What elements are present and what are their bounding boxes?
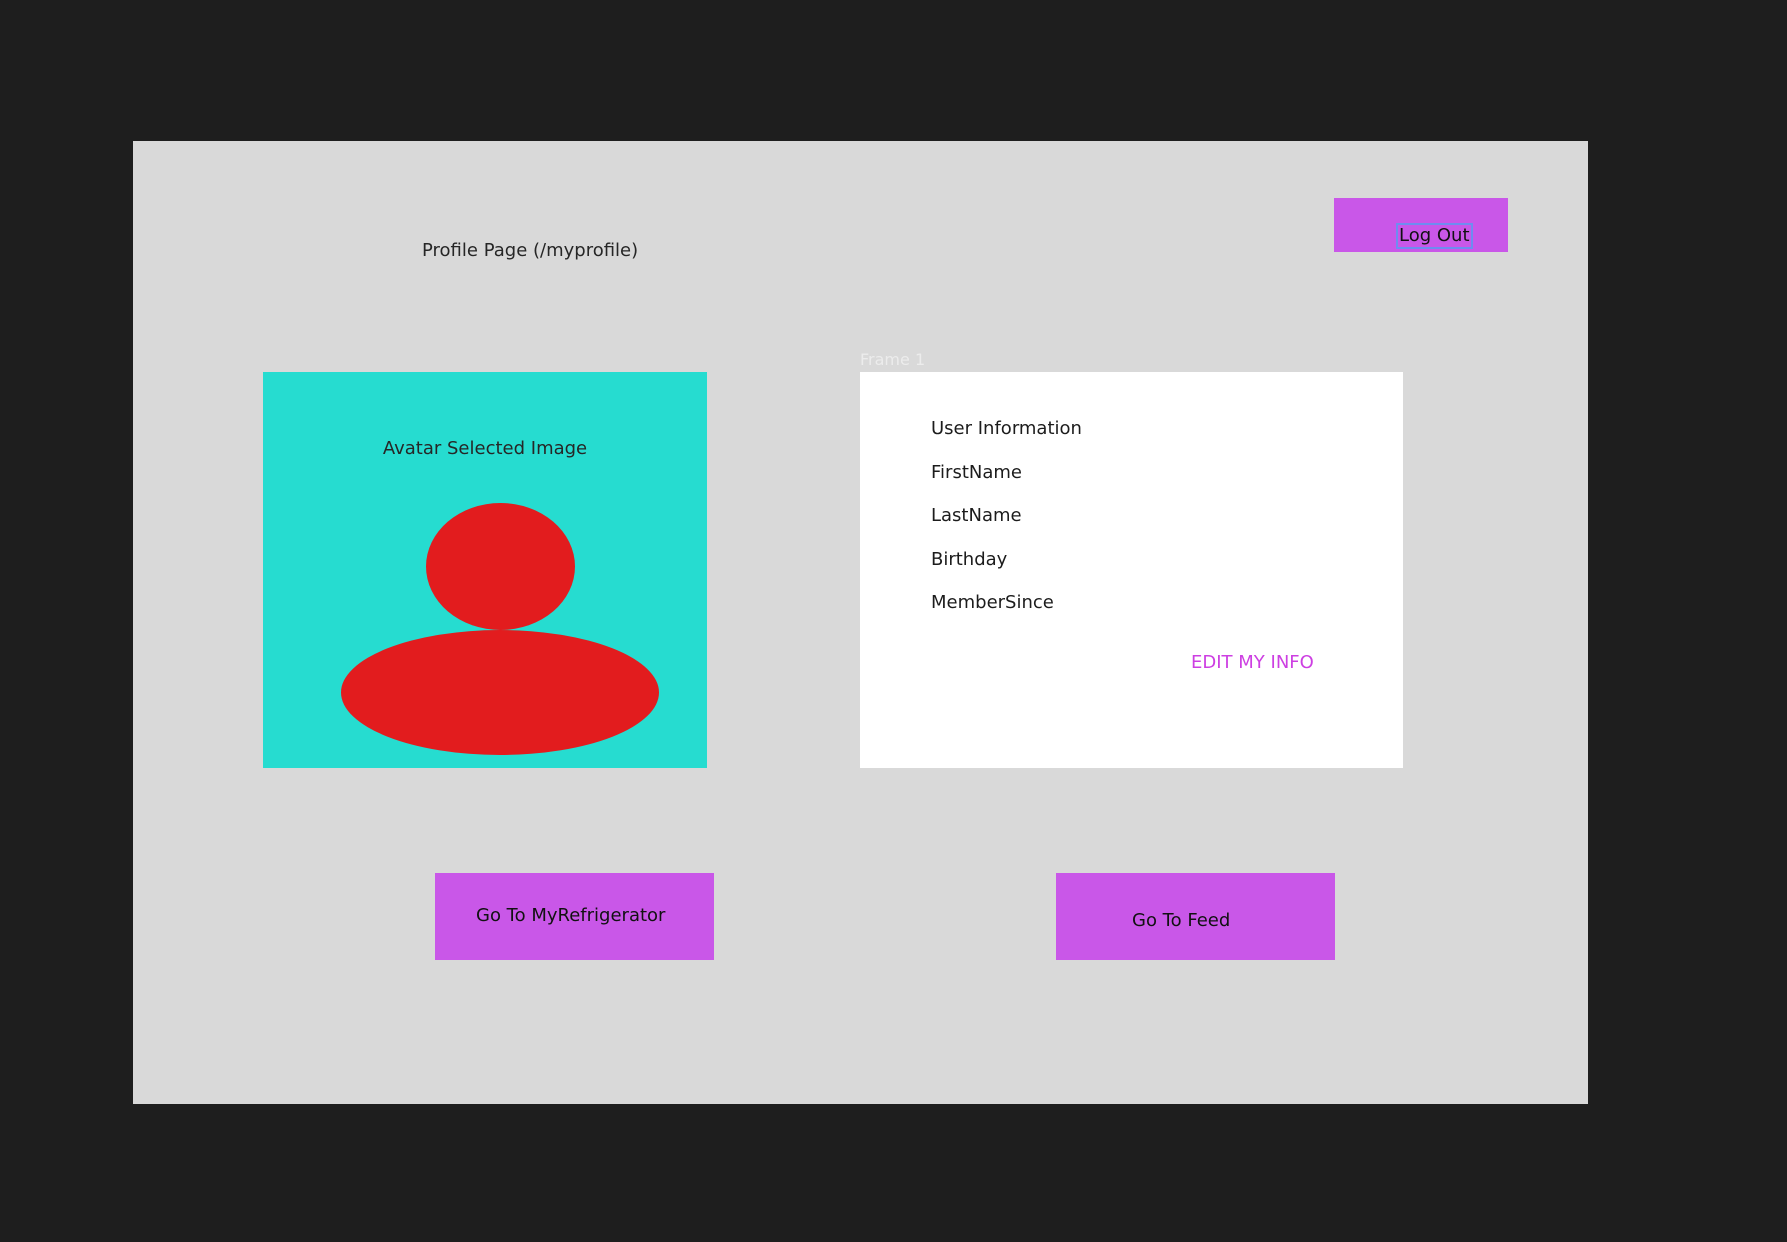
avatar-head-shape (426, 503, 575, 630)
avatar-caption: Avatar Selected Image (382, 438, 588, 459)
go-to-myrefrigerator-button[interactable]: Go To MyRefrigerator (435, 873, 714, 960)
user-info-card: User Information FirstName LastName Birt… (860, 372, 1403, 768)
design-canvas: Profile Page (/myprofile) Log Out Avatar… (0, 0, 1787, 1242)
logout-label: Log Out (1396, 223, 1473, 249)
info-field-membersince: MemberSince (931, 592, 1054, 613)
logout-button[interactable]: Log Out (1334, 198, 1508, 252)
info-field-firstname: FirstName (931, 462, 1022, 483)
user-info-heading: User Information (931, 418, 1082, 439)
edit-my-info-link[interactable]: EDIT MY INFO (1191, 652, 1314, 673)
profile-page-frame: Profile Page (/myprofile) Log Out Avatar… (133, 141, 1588, 1104)
go-to-feed-button[interactable]: Go To Feed (1056, 873, 1335, 960)
page-title: Profile Page (/myprofile) (422, 240, 639, 261)
info-field-lastname: LastName (931, 505, 1022, 526)
go-to-myrefrigerator-label: Go To MyRefrigerator (476, 905, 666, 926)
go-to-feed-label: Go To Feed (1132, 910, 1231, 931)
frame-label: Frame 1 (860, 350, 926, 369)
info-field-birthday: Birthday (931, 549, 1008, 570)
avatar-body-shape (341, 630, 659, 755)
avatar-panel: Avatar Selected Image (263, 372, 707, 768)
